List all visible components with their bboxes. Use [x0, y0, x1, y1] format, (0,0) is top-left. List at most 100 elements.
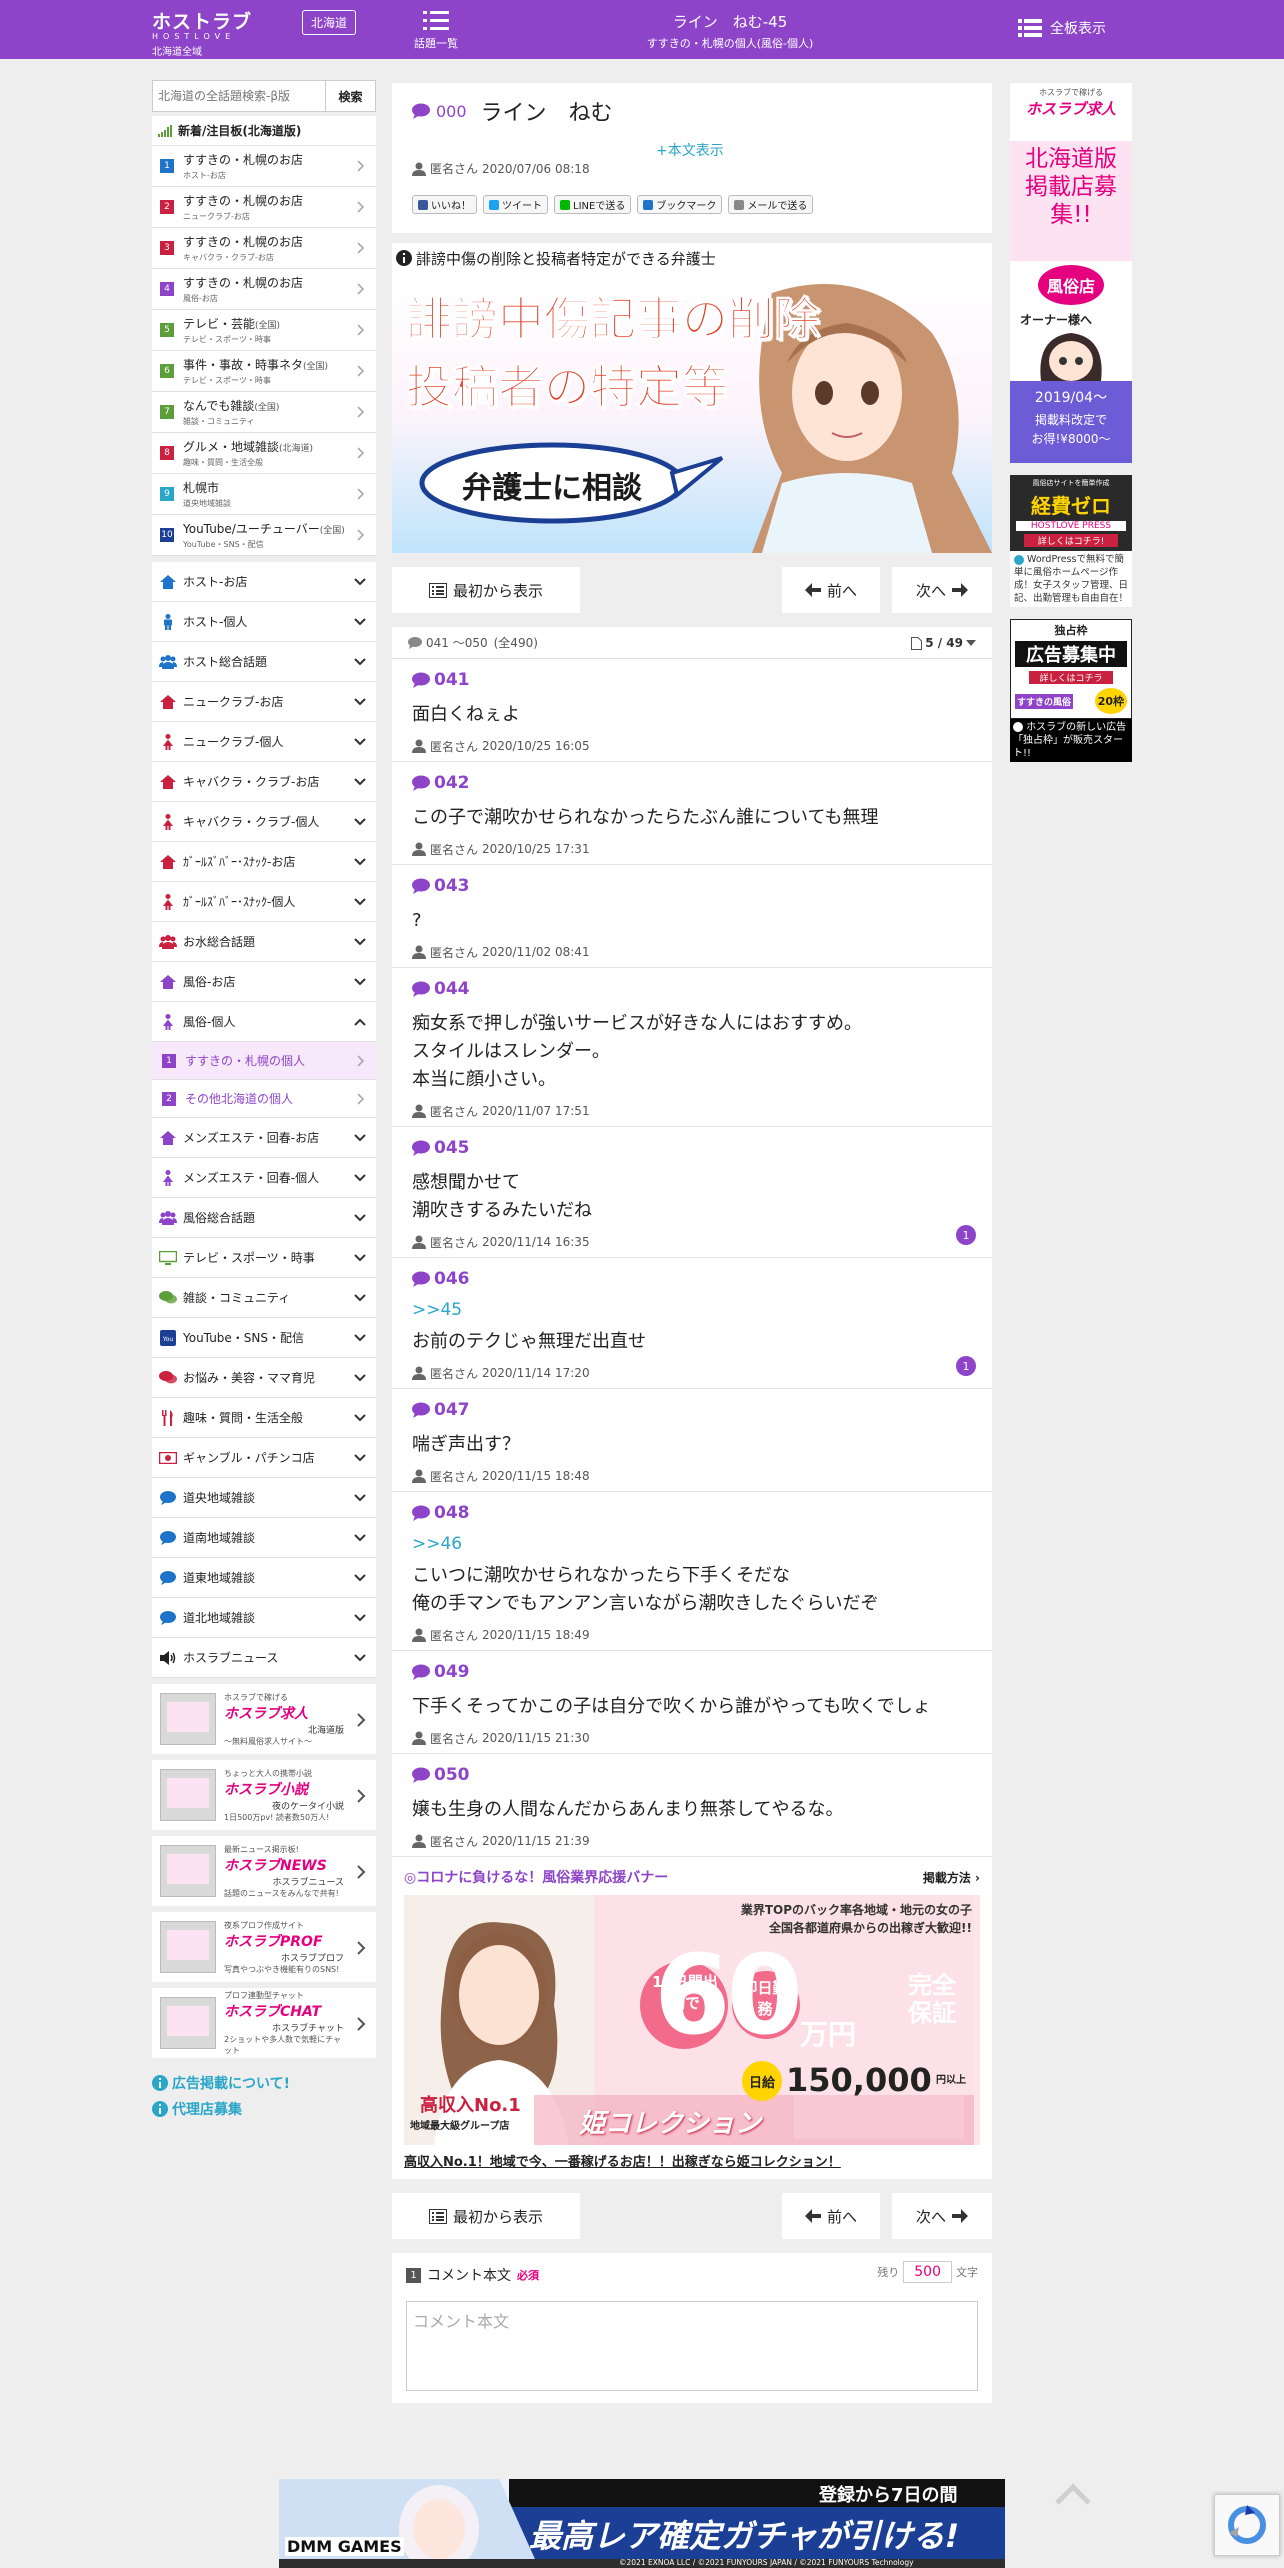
new-board-item[interactable]: 5 テレビ・芸能(全国) テレビ・スポーツ・時事 [152, 310, 376, 351]
new-board-item[interactable]: 2 すすきの・札幌のお店 ニュークラブ-お店 [152, 187, 376, 228]
category-item[interactable]: ホスト-お店 [152, 562, 376, 602]
new-board-item[interactable]: 10 YouTube/ユーチューバー(全国) YouTube・SNS・配信 [152, 515, 376, 556]
post-number[interactable]: 043 [412, 873, 972, 899]
all-boards-button[interactable]: 全板表示 [1018, 18, 1106, 38]
prev-page-button-bottom[interactable]: 前へ [782, 2193, 880, 2239]
reply-count-badge[interactable]: 1 [956, 1225, 976, 1245]
category-item[interactable]: ホスラブニュース [152, 1638, 376, 1678]
service-banner[interactable]: ちょっと大人の携帯小説 ホスラブ小説 夜のケータイ小説 1日500万pv! 読者数50… [152, 1760, 376, 1830]
share-button[interactable]: メールで送る [728, 195, 814, 214]
support-banner-link[interactable]: 高収入No.1！地域で今、一番稼げるお店！！出稼ぎなら姫コレクション！ [404, 2151, 980, 2171]
post-number[interactable]: 050 [412, 1762, 972, 1788]
recruit-ad[interactable]: ホスラブで稼げる ホスラブ求人 北海道版掲載店募集!! 風俗店 オーナー様へ 2… [1010, 83, 1132, 463]
category-item[interactable]: お水総合話題 [152, 922, 376, 962]
category-item[interactable]: メンズエステ・回春-お店 [152, 1118, 376, 1158]
category-item[interactable]: 道北地域雑談 [152, 1598, 376, 1638]
new-board-item[interactable]: 1 すすきの・札幌のお店 ホスト-お店 [152, 146, 376, 187]
support-banner-title: ◎コロナに負けるな！風俗業界応援バナー [404, 1870, 669, 1886]
category-item[interactable]: ニュークラブ-個人 [152, 722, 376, 762]
lawyer-ad[interactable]: 誹謗中傷の削除と投稿者特定ができる弁護士 誹謗中傷記事の削除 投稿者の特定等 弁… [392, 243, 992, 553]
new-board-item[interactable]: 9 札幌市 道央地域雑談 [152, 474, 376, 515]
first-page-button[interactable]: 最初から表示 [392, 567, 580, 613]
agency-link[interactable]: 代理店募集 [152, 2096, 376, 2122]
list-alt-icon [428, 2208, 447, 2224]
category-item[interactable]: 道南地域雑談 [152, 1518, 376, 1558]
show-body-link[interactable]: +本文表示 [656, 140, 724, 160]
search-input[interactable] [152, 80, 326, 112]
category-item[interactable]: 趣味・質問・生活全般 [152, 1398, 376, 1438]
board-number: 6 [160, 364, 174, 378]
post-number[interactable]: 049 [412, 1659, 972, 1685]
file-icon [911, 636, 923, 650]
reply-count-badge[interactable]: 1 [956, 1356, 976, 1376]
category-item[interactable]: キャバクラ・クラブ-個人 [152, 802, 376, 842]
first-page-button-bottom[interactable]: 最初から表示 [392, 2193, 580, 2239]
topics-list-button[interactable]: 話題一覧 [410, 9, 462, 51]
subcategory-item[interactable]: 2 その他北海道の個人 [152, 1080, 376, 1118]
category-item[interactable]: ｶﾞｰﾙｽﾞﾊﾞｰ･ｽﾅｯｸ-お店 [152, 842, 376, 882]
chevron-right-icon [356, 447, 366, 459]
category-item[interactable]: ホスト-個人 [152, 602, 376, 642]
category-list: ホスト-お店 ホスト-個人 ホスト総合話題 ニュークラブ-お店 ニュークラブ-個人 キャバ… [152, 562, 376, 1678]
prev-page-button[interactable]: 前へ [782, 567, 880, 613]
support-banner-image[interactable]: 業界TOPのバック率各地域・地元の女の子 全国各都道府県からの出稼ぎ大歓迎!! … [404, 1895, 980, 2145]
share-button[interactable]: ツイート [483, 195, 548, 214]
category-item[interactable]: キャバクラ・クラブ-お店 [152, 762, 376, 802]
share-button[interactable]: LINEで送る [554, 195, 632, 214]
service-banner[interactable]: 夜系プロフ作成サイト ホスラブPROF ホスラブプロフ 写真やつぶやき機能有りのSNS… [152, 1912, 376, 1982]
post-number[interactable]: 044 [412, 976, 972, 1002]
new-board-item[interactable]: 4 すすきの・札幌のお店 風俗-お店 [152, 269, 376, 310]
service-banner[interactable]: ホスラブで稼げる ホスラブ求人 北海道版 〜無料風俗求人サイト〜 [152, 1684, 376, 1754]
category-item[interactable]: ギャンブル・パチンコ店 [152, 1438, 376, 1478]
category-item[interactable]: 風俗総合話題 [152, 1198, 376, 1238]
next-page-button[interactable]: 次へ [892, 567, 992, 613]
category-item[interactable]: ホスト総合話題 [152, 642, 376, 682]
site-logo[interactable]: ホストラブ HOSTLOVE 北海道全域 [152, 7, 292, 58]
share-button[interactable]: いいね！ [412, 195, 477, 214]
exclusive-ad-caption: ホスラブの新しい広告「独占枠」が販売スタート!! [1010, 719, 1132, 762]
new-board-item[interactable]: 6 事件・事故・時事ネタ(全国) テレビ・スポーツ・時事 [152, 351, 376, 392]
post-number[interactable]: 041 [412, 667, 972, 693]
subcategory-item[interactable]: 1 すすきの・札幌の個人 [152, 1042, 376, 1080]
post-number[interactable]: 048 [412, 1500, 972, 1526]
chevron-down-icon [354, 1453, 366, 1462]
new-board-item[interactable]: 3 すすきの・札幌のお店 キャバクラ・クラブ-お店 [152, 228, 376, 269]
category-item[interactable]: 風俗-個人 [152, 1002, 376, 1042]
recaptcha-badge[interactable] [1214, 2494, 1280, 2556]
new-board-item[interactable]: 8 グルメ・地域雑談(北海道) 趣味・質問・生活全般 [152, 433, 376, 474]
category-item[interactable]: ニュークラブ-お店 [152, 682, 376, 722]
service-banner[interactable]: 最新ニュース掲示板! ホスラブNEWS ホスラブニュース 話題のニュースをみんなで共有… [152, 1836, 376, 1906]
page-selector[interactable]: 5 / 49 [911, 636, 976, 650]
new-board-item[interactable]: 7 なんでも雑談(全国) 雑談・コミュニティ [152, 392, 376, 433]
category-item[interactable]: You YouTube・SNS・配信 [152, 1318, 376, 1358]
bottom-game-ad[interactable]: 登録から7日の間 最高レア確定ガチャが引ける! DMM GAMES ©2021 … [279, 2479, 1005, 2568]
ad-daily-label: 日給 [742, 2061, 782, 2101]
post-number[interactable]: 046 [412, 1266, 972, 1292]
share-button[interactable]: ブックマーク [637, 195, 723, 214]
post-number[interactable]: 047 [412, 1397, 972, 1423]
category-item[interactable]: 道央地域雑談 [152, 1478, 376, 1518]
chevron-right-icon [356, 488, 366, 500]
post-number[interactable]: 045 [412, 1135, 972, 1161]
next-page-button-bottom[interactable]: 次へ [892, 2193, 992, 2239]
category-item[interactable]: 雑談・コミュニティ [152, 1278, 376, 1318]
category-item[interactable]: メンズエステ・回春-個人 [152, 1158, 376, 1198]
search-button[interactable]: 検索 [326, 80, 376, 112]
post-number[interactable]: 042 [412, 770, 972, 796]
region-button[interactable]: 北海道 [302, 10, 357, 35]
phone-screenshot-icon [160, 1769, 216, 1821]
press-ad[interactable]: 風俗店サイトを簡単作成 経費ゼロ HOSTLOVE PRESS 詳しくはコチラ! [1010, 475, 1132, 551]
category-item[interactable]: テレビ・スポーツ・時事 [152, 1238, 376, 1278]
ad-info-link[interactable]: 広告掲載について! [152, 2070, 376, 2096]
category-item[interactable]: 道東地域雑談 [152, 1558, 376, 1598]
service-banner[interactable]: プロフ連動型チャット ホスラブCHAT ホスラブチャット 2ショットや多人数で気軽にチ… [152, 1988, 376, 2058]
exclusive-ad[interactable]: 独占枠 広告募集中 詳しくはコチラ すすきの風俗 20枠 [1010, 619, 1132, 719]
comment-textarea[interactable]: コメント本文 [406, 2301, 978, 2391]
category-item[interactable]: ｶﾞｰﾙｽﾞﾊﾞｰ･ｽﾅｯｸ-個人 [152, 882, 376, 922]
ad-method-link[interactable]: 掲載方法 › [923, 1869, 980, 1886]
category-item[interactable]: お悩み・美容・ママ育児 [152, 1358, 376, 1398]
post-quote-link[interactable]: >>46 [412, 1534, 972, 1554]
scroll-top-button[interactable] [1055, 2483, 1091, 2505]
post-quote-link[interactable]: >>45 [412, 1300, 972, 1320]
category-item[interactable]: 風俗-お店 [152, 962, 376, 1002]
